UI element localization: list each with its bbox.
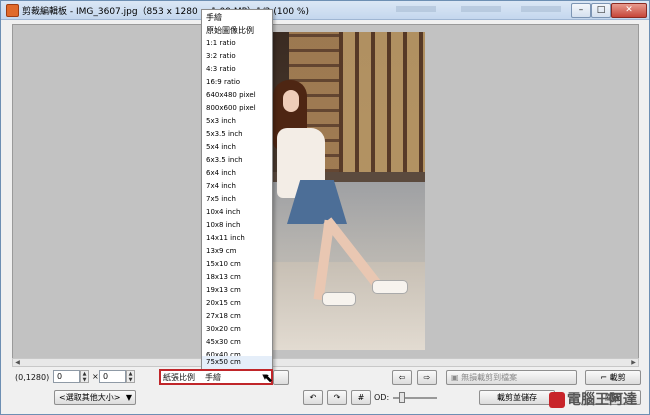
ratio-option[interactable]: 10x4 inch	[202, 206, 272, 219]
ratio-option[interactable]: 4:3 ratio	[202, 63, 272, 76]
scroll-right-icon[interactable]: ▶	[629, 359, 638, 366]
ratio-option[interactable]: 原始圖像比例	[202, 24, 272, 37]
ratio-option[interactable]: 1:1 ratio	[202, 37, 272, 50]
width-spinner[interactable]: ▲ ▼	[80, 370, 89, 383]
chevron-down-icon: ▼	[125, 393, 132, 402]
paper-ratio-value: 手繪	[205, 373, 221, 382]
ratio-option[interactable]: 19x13 cm	[202, 284, 272, 297]
ratio-orientation-button[interactable]	[273, 370, 289, 385]
ratio-option[interactable]: 640x480 pixel	[202, 89, 272, 102]
ratio-option[interactable]: 手繪	[202, 11, 272, 24]
rotate-right-button[interactable]: ⇨	[417, 370, 437, 385]
ratio-option[interactable]: 16:9 ratio	[202, 76, 272, 89]
ratio-option[interactable]: 27x18 cm	[202, 310, 272, 323]
ratio-option[interactable]: 3:2 ratio	[202, 50, 272, 63]
mouse-cursor-icon: ⬉	[263, 371, 274, 385]
ratio-option[interactable]: 800x600 pixel	[202, 102, 272, 115]
ratio-option[interactable]: 5x3.5 inch	[202, 128, 272, 141]
photo-preview[interactable]	[269, 32, 425, 350]
redo-button[interactable]: ↷	[327, 390, 347, 405]
ratio-option[interactable]: 10x8 inch	[202, 219, 272, 232]
paper-ratio-combo[interactable]: 紙張比例 手繪 ▼	[159, 369, 273, 385]
rotate-left-button[interactable]: ⇦	[392, 370, 412, 385]
crop-editor-window: 剪裁編輯板 - IMG_3607.jpg（853 x 1280 = 1.09 M…	[0, 0, 650, 415]
ratio-option-highlighted[interactable]: 75x50 cm	[202, 356, 272, 369]
photo-background-window	[339, 32, 425, 172]
title-bar: 剪裁編輯板 - IMG_3607.jpg（853 x 1280 = 1.09 M…	[1, 1, 649, 20]
position-readout: (0,1280)	[15, 373, 50, 382]
maximize-button[interactable]: □	[591, 3, 611, 18]
watermark-logo	[549, 392, 565, 408]
scroll-left-icon[interactable]: ◀	[13, 359, 22, 366]
ratio-option[interactable]: 6x3.5 inch	[202, 154, 272, 167]
photo-background-street	[269, 262, 425, 350]
ratio-option[interactable]: 30x20 cm	[202, 323, 272, 336]
od-label: OD:	[374, 393, 390, 402]
paper-ratio-label: 紙張比例	[163, 373, 195, 382]
close-window-button[interactable]: ✕	[611, 3, 647, 18]
times-sign: ×	[92, 372, 99, 381]
photo-subject-shoe	[372, 280, 408, 294]
crop-width-input[interactable]: 0	[53, 370, 80, 383]
ratio-option[interactable]: 6x4 inch	[202, 167, 272, 180]
horizontal-scrollbar[interactable]: ◀ ▶	[12, 358, 639, 367]
height-spinner[interactable]: ▲ ▼	[126, 370, 135, 383]
crop-icon: ⌐	[600, 373, 608, 382]
save-icon: ▣	[451, 373, 459, 382]
toolbar-ghost	[396, 6, 436, 12]
undo-button[interactable]: ↶	[303, 390, 323, 405]
ratio-option[interactable]: 7x4 inch	[202, 180, 272, 193]
ratio-option[interactable]: 45x30 cm	[202, 336, 272, 349]
crop-and-save-button[interactable]: 載剪並儲存	[479, 390, 555, 405]
ratio-option[interactable]: 13x9 cm	[202, 245, 272, 258]
toolbar-ghost	[521, 6, 561, 12]
minimize-button[interactable]: –	[571, 3, 591, 18]
app-icon	[6, 4, 19, 17]
toolbar-ghost	[461, 6, 501, 12]
crop-button[interactable]: ⌐ 載剪	[585, 370, 641, 385]
ratio-option[interactable]: 20x15 cm	[202, 297, 272, 310]
photo-subject-shoe	[322, 292, 356, 306]
photo-subject-face	[283, 90, 299, 112]
ratio-option[interactable]: 5x3 inch	[202, 115, 272, 128]
size-select[interactable]: <選取其他大小> ▼	[54, 390, 136, 405]
ratio-option[interactable]: 15x10 cm	[202, 258, 272, 271]
lossless-crop-button[interactable]: ▣ 無損載剪到檔案	[446, 370, 577, 385]
grid-button[interactable]: #	[351, 390, 371, 405]
ratio-option[interactable]: 7x5 inch	[202, 193, 272, 206]
ratio-option[interactable]: 5x4 inch	[202, 141, 272, 154]
paper-ratio-dropdown-list[interactable]: 手繪 原始圖像比例 1:1 ratio 3:2 ratio 4:3 ratio …	[201, 9, 273, 371]
watermark-text: 電腦王阿達	[567, 392, 637, 408]
ratio-option[interactable]: 18x13 cm	[202, 271, 272, 284]
crop-height-input[interactable]: 0	[99, 370, 126, 383]
od-slider-thumb[interactable]	[399, 392, 405, 403]
ratio-option[interactable]: 14x11 inch	[202, 232, 272, 245]
